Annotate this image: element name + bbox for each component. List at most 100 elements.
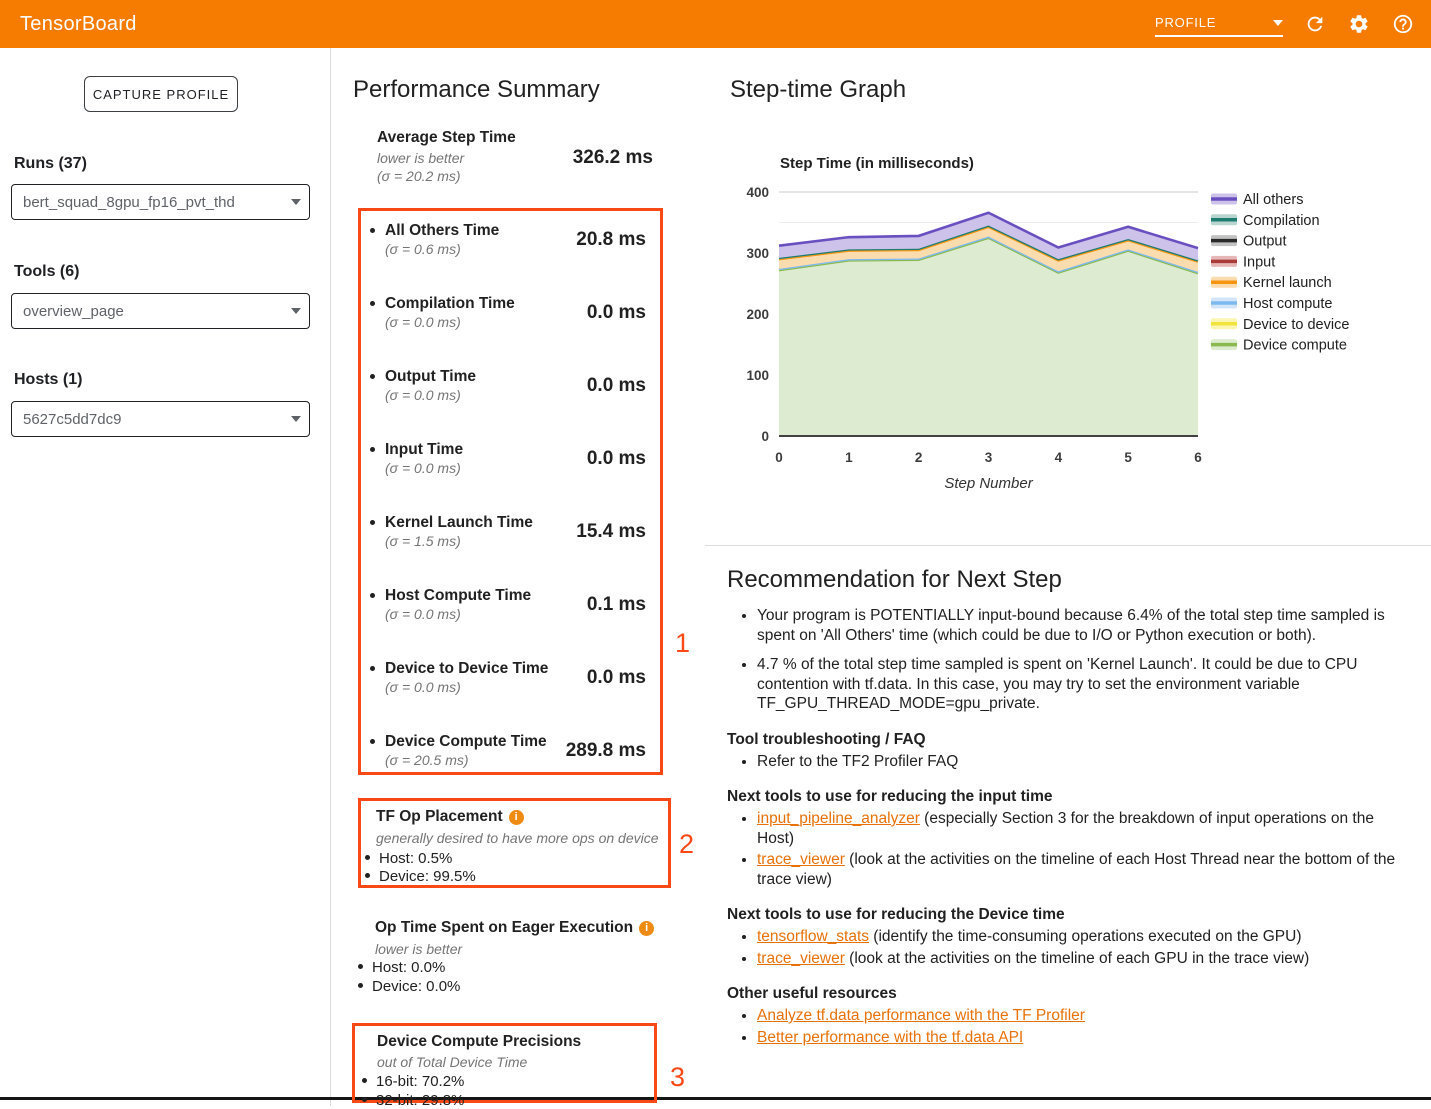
bullet-icon bbox=[370, 374, 375, 379]
recommendation-bullet: Your program is POTENTIALLY input-bound … bbox=[757, 606, 1411, 645]
bullet-icon bbox=[370, 520, 375, 525]
info-icon[interactable]: i bbox=[639, 921, 654, 936]
annotation-box-1: All Others Time(σ = 0.6 ms)20.8 ms Compil… bbox=[358, 208, 663, 775]
eager-execution-title: Op Time Spent on Eager Executioni bbox=[375, 919, 654, 937]
annotation-box-2: TF Op Placementi generally desired to ha… bbox=[358, 798, 671, 888]
rec-section-heading: Next tools to use for reducing the Devic… bbox=[727, 906, 1411, 924]
annotation-number-3: 3 bbox=[670, 1062, 685, 1093]
rec-section-heading: Next tools to use for reducing the input… bbox=[727, 788, 1411, 806]
sidebar: CAPTURE PROFILE Runs (37) bert_squad_8gp… bbox=[0, 48, 331, 1106]
reload-icon[interactable] bbox=[1303, 12, 1327, 36]
dashboard-selector[interactable]: PROFILE bbox=[1155, 11, 1283, 37]
list-item-text: Device: 0.0% bbox=[372, 978, 460, 995]
svg-text:1: 1 bbox=[845, 450, 853, 465]
metric-sigma: (σ = 0.6 ms) bbox=[385, 241, 461, 257]
bullet-icon bbox=[370, 666, 375, 671]
list-item: Host: 0.5% bbox=[365, 850, 452, 867]
metric-sigma: (σ = 1.5 ms) bbox=[385, 533, 461, 549]
right-panel: Step-time Graph 01002003004000123456Step… bbox=[705, 48, 1431, 1106]
help-icon[interactable] bbox=[1391, 12, 1415, 36]
legend-label: Host compute bbox=[1243, 296, 1332, 312]
metric-row: All Others Time(σ = 0.6 ms)20.8 ms bbox=[361, 222, 660, 268]
info-icon[interactable]: i bbox=[509, 810, 524, 825]
hosts-select[interactable]: 5627c5dd7dc9 bbox=[11, 401, 310, 437]
legend-label: Kernel launch bbox=[1243, 275, 1332, 291]
bullet-icon bbox=[358, 964, 363, 969]
bullet-icon bbox=[370, 739, 375, 744]
metric-name: Compilation Time bbox=[385, 295, 515, 313]
list-item: 32-bit: 29.8% bbox=[362, 1092, 464, 1109]
metric-value: 0.0 ms bbox=[587, 375, 646, 397]
metric-name: All Others Time bbox=[385, 222, 499, 240]
metric-value: 289.8 ms bbox=[566, 740, 646, 762]
metric-name: Host Compute Time bbox=[385, 587, 531, 605]
precisions-title: Device Compute Precisions bbox=[377, 1033, 581, 1051]
svg-text:Step Number: Step Number bbox=[944, 475, 1033, 492]
rec-link[interactable]: Analyze tf.data performance with the TF … bbox=[757, 1007, 1085, 1024]
average-step-time-sigma: (σ = 20.2 ms) bbox=[377, 168, 461, 184]
chevron-down-icon bbox=[291, 199, 301, 205]
list-item-text: 32-bit: 29.8% bbox=[376, 1092, 464, 1109]
bullet-icon bbox=[370, 593, 375, 598]
rec-link[interactable]: Better performance with the tf.data API bbox=[757, 1029, 1023, 1046]
svg-text:3: 3 bbox=[985, 450, 993, 465]
rec-item-text: (identify the time-consuming operations … bbox=[869, 928, 1302, 945]
settings-icon[interactable] bbox=[1347, 12, 1371, 36]
svg-text:5: 5 bbox=[1124, 450, 1132, 465]
list-item-text: 16-bit: 70.2% bbox=[376, 1073, 464, 1090]
metric-row: Device to Device Time(σ = 0.0 ms)0.0 ms bbox=[361, 660, 660, 706]
list-item: Host: 0.0% bbox=[358, 959, 445, 976]
rec-link[interactable]: trace_viewer bbox=[757, 950, 845, 967]
hosts-label: Hosts (1) bbox=[14, 371, 82, 389]
metric-row: Input Time(σ = 0.0 ms)0.0 ms bbox=[361, 441, 660, 487]
legend-label: Compilation bbox=[1243, 213, 1320, 229]
tools-select[interactable]: overview_page bbox=[11, 293, 310, 329]
bullet-icon bbox=[365, 873, 370, 878]
tf-op-placement-note: generally desired to have more ops on de… bbox=[376, 830, 659, 846]
rec-section-list: input_pipeline_analyzer (especially Sect… bbox=[727, 809, 1411, 889]
metric-row: Kernel Launch Time(σ = 1.5 ms)15.4 ms bbox=[361, 514, 660, 560]
svg-text:4: 4 bbox=[1055, 450, 1063, 465]
chevron-down-icon bbox=[291, 308, 301, 314]
metric-name: Device Compute Time bbox=[385, 733, 547, 751]
svg-text:6: 6 bbox=[1194, 450, 1202, 465]
step-time-graph-card: Step-time Graph 01002003004000123456Step… bbox=[705, 48, 1431, 546]
capture-profile-button[interactable]: CAPTURE PROFILE bbox=[84, 76, 238, 112]
svg-text:Step Time (in milliseconds): Step Time (in milliseconds) bbox=[780, 155, 974, 172]
metric-row: Compilation Time(σ = 0.0 ms)0.0 ms bbox=[361, 295, 660, 341]
header-actions: PROFILE bbox=[1155, 11, 1415, 37]
rec-link[interactable]: tensorflow_stats bbox=[757, 928, 869, 945]
metric-value: 0.0 ms bbox=[587, 448, 646, 470]
hosts-select-value: 5627c5dd7dc9 bbox=[23, 411, 121, 428]
rec-section-list: tensorflow_stats (identify the time-cons… bbox=[727, 927, 1411, 968]
svg-text:300: 300 bbox=[746, 246, 769, 261]
list-item-text: Host: 0.5% bbox=[379, 850, 452, 867]
bullet-icon bbox=[362, 1078, 367, 1083]
svg-text:400: 400 bbox=[746, 185, 769, 200]
chevron-down-icon bbox=[291, 416, 301, 422]
bullet-icon bbox=[358, 983, 363, 988]
list-item: Device: 0.0% bbox=[358, 978, 460, 995]
metric-sigma: (σ = 20.5 ms) bbox=[385, 752, 469, 768]
metric-value: 0.1 ms bbox=[587, 594, 646, 616]
average-step-time-label: Average Step Time bbox=[377, 129, 516, 147]
average-step-time-value: 326.2 ms bbox=[573, 147, 653, 169]
performance-summary-panel: Performance Summary Average Step Time lo… bbox=[331, 48, 706, 1106]
metric-row: Output Time(σ = 0.0 ms)0.0 ms bbox=[361, 368, 660, 414]
legend-label: Device compute bbox=[1243, 338, 1347, 354]
rec-sections: Tool troubleshooting / FAQRefer to the T… bbox=[727, 731, 1411, 1048]
annotation-box-3: Device Compute Precisions out of Total D… bbox=[352, 1023, 657, 1103]
svg-text:0: 0 bbox=[775, 450, 783, 465]
rec-section-item: tensorflow_stats (identify the time-cons… bbox=[757, 927, 1411, 947]
runs-label: Runs (37) bbox=[14, 155, 87, 173]
rec-link[interactable]: trace_viewer bbox=[757, 851, 845, 868]
tf-op-placement-title: TF Op Placementi bbox=[376, 808, 524, 826]
svg-text:0: 0 bbox=[761, 429, 769, 444]
metric-row: Host Compute Time(σ = 0.0 ms)0.1 ms bbox=[361, 587, 660, 633]
recommendation-bullet: 4.7 % of the total step time sampled is … bbox=[757, 655, 1411, 714]
rec-item-text: Refer to the TF2 Profiler FAQ bbox=[757, 753, 958, 770]
rec-link[interactable]: input_pipeline_analyzer bbox=[757, 810, 920, 827]
metric-name: Output Time bbox=[385, 368, 476, 386]
runs-select[interactable]: bert_squad_8gpu_fp16_pvt_thd bbox=[11, 184, 310, 220]
rec-section-list: Analyze tf.data performance with the TF … bbox=[727, 1006, 1411, 1047]
